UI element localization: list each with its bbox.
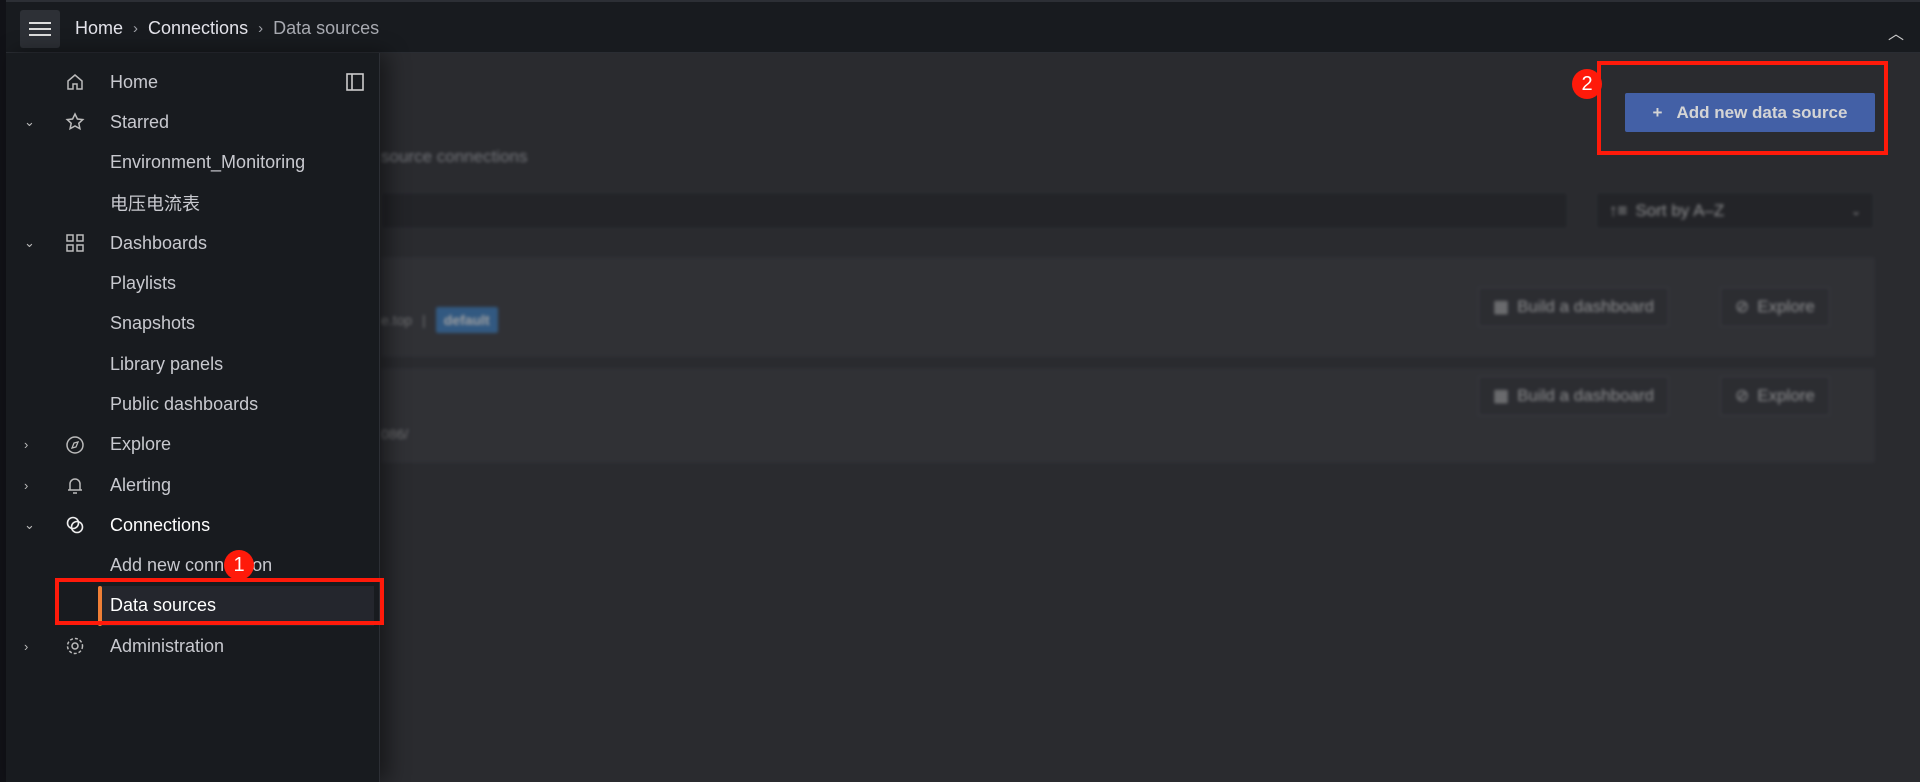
chevron-right-icon: › bbox=[133, 20, 139, 37]
chevron-right-icon: › bbox=[258, 20, 264, 37]
chevron-down-icon[interactable]: ⌄ bbox=[24, 235, 35, 251]
chevron-up-icon[interactable]: ︿ bbox=[1888, 20, 1904, 44]
sort-icon: ↑≡ bbox=[1609, 200, 1628, 220]
compass-icon: ⊘ bbox=[1735, 386, 1750, 405]
annotation-box-2 bbox=[1597, 61, 1888, 155]
chevron-down-icon[interactable]: ⌄ bbox=[24, 114, 35, 130]
sidebar-item-snapshots[interactable]: Snapshots bbox=[6, 304, 380, 344]
annotation-badge-1: 1 bbox=[224, 550, 254, 580]
connections-icon bbox=[64, 514, 86, 536]
explore-button[interactable]: ⊘ Explore bbox=[1720, 376, 1830, 416]
breadcrumb-current: Data sources bbox=[273, 18, 380, 38]
star-icon bbox=[64, 111, 86, 133]
apps-icon bbox=[64, 232, 86, 254]
breadcrumb: Home › Connections › Data sources bbox=[75, 18, 379, 39]
page-subtitle: source connections bbox=[381, 147, 528, 166]
sidebar-item-public-dashboards[interactable]: Public dashboards bbox=[6, 384, 380, 424]
hamburger-icon bbox=[29, 22, 51, 36]
sidebar-item-label: Library panels bbox=[110, 353, 224, 374]
sidebar-item-label: Administration bbox=[110, 635, 225, 656]
apps-icon: ▦ bbox=[1493, 297, 1510, 316]
chevron-down-icon[interactable]: ⌄ bbox=[24, 517, 35, 533]
sidebar-item-label: Dashboards bbox=[110, 232, 208, 253]
menu-toggle-button[interactable] bbox=[20, 10, 60, 48]
annotation-box-1 bbox=[55, 578, 384, 625]
compass-icon bbox=[64, 434, 86, 456]
sidebar-item-alerting[interactable]: › Alerting bbox=[6, 465, 380, 505]
sidebar-item-explore[interactable]: › Explore bbox=[6, 425, 380, 465]
sidebar-item-label: 电压电流表 bbox=[110, 193, 200, 214]
breadcrumb-home[interactable]: Home bbox=[75, 18, 123, 39]
apps-icon: ▦ bbox=[1493, 386, 1510, 405]
explore-button[interactable]: ⊘ Explore bbox=[1720, 287, 1830, 327]
datasource-url: 086/ bbox=[381, 426, 409, 442]
sidebar-item-label: Snapshots bbox=[110, 313, 196, 334]
sidebar-item-label: Playlists bbox=[110, 273, 177, 293]
button-label: Build a dashboard bbox=[1517, 386, 1655, 405]
compass-icon: ⊘ bbox=[1735, 297, 1750, 316]
default-badge: default bbox=[435, 307, 498, 333]
sidebar-menu: Home ⌄ Starred Environment_Monitoring 电压电流表 ⌄… bbox=[6, 53, 380, 782]
sort-select[interactable]: ↑≡ Sort by A–Z ⌄ bbox=[1596, 192, 1874, 229]
sidebar-item-dashboards[interactable]: ⌄ Dashboards bbox=[6, 223, 380, 263]
sidebar-item-environment-monitoring[interactable]: Environment_Monitoring bbox=[6, 143, 380, 183]
sidebar-item-library-panels[interactable]: Library panels bbox=[6, 344, 380, 384]
datasource-url: e.top bbox=[381, 312, 413, 328]
datasource-card[interactable]: e.top | default ▦ Build a dashboard ⊘ Explor… bbox=[381, 257, 1875, 357]
sidebar-item-[interactable]: 电压电流表 bbox=[6, 183, 380, 223]
button-label: Build a dashboard bbox=[1517, 297, 1655, 316]
cog-icon bbox=[64, 635, 86, 657]
sidebar-item-home[interactable]: Home bbox=[6, 62, 380, 102]
button-label: Explore bbox=[1757, 297, 1815, 316]
top-bar: Home › Connections › Data sources ︿ bbox=[6, 0, 1920, 53]
bell-icon bbox=[64, 474, 86, 496]
chevron-right-icon[interactable]: › bbox=[24, 437, 28, 452]
sidebar-item-starred[interactable]: ⌄ Starred bbox=[6, 102, 380, 142]
sidebar-item-label: Starred bbox=[110, 111, 170, 132]
button-label: Explore bbox=[1757, 386, 1815, 405]
chevron-right-icon[interactable]: › bbox=[24, 478, 28, 493]
sidebar-item-label: Explore bbox=[110, 434, 172, 455]
search-input[interactable] bbox=[381, 192, 1568, 229]
datasource-card[interactable]: 086/ ▦ Build a dashboard ⊘ Explore bbox=[381, 368, 1875, 463]
sidebar-item-connections[interactable]: ⌄ Connections bbox=[6, 505, 380, 545]
sidebar-item-label: Connections bbox=[110, 514, 211, 535]
sidebar-item-playlists[interactable]: Playlists bbox=[6, 264, 380, 304]
build-dashboard-button[interactable]: ▦ Build a dashboard bbox=[1478, 287, 1670, 327]
chevron-down-icon: ⌄ bbox=[1850, 203, 1861, 218]
chevron-right-icon[interactable]: › bbox=[24, 639, 28, 654]
sidebar-item-label: Environment_Monitoring bbox=[110, 152, 306, 173]
breadcrumb-connections[interactable]: Connections bbox=[148, 18, 248, 39]
sidebar-item-label: Public dashboards bbox=[110, 393, 259, 414]
divider: | bbox=[422, 312, 426, 328]
sidebar-item-label: Alerting bbox=[110, 474, 172, 495]
sidebar-item-administration[interactable]: › Administration bbox=[6, 626, 380, 666]
build-dashboard-button[interactable]: ▦ Build a dashboard bbox=[1478, 376, 1670, 416]
annotation-badge-2: 2 bbox=[1572, 69, 1602, 99]
sidebar-item-label: Home bbox=[110, 71, 159, 92]
home-icon bbox=[64, 71, 86, 93]
sort-value: Sort by A–Z bbox=[1635, 200, 1725, 220]
